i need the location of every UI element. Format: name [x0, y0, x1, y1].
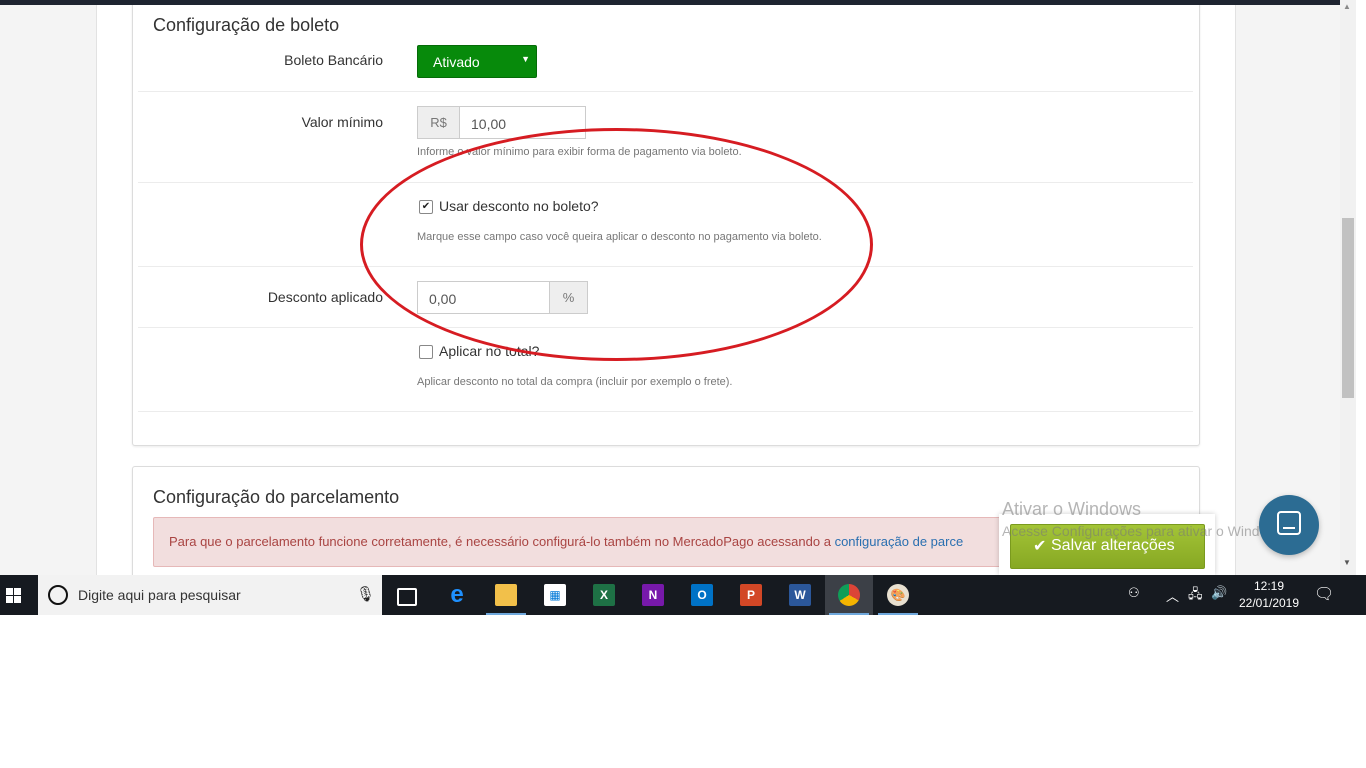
- outlook-icon[interactable]: O: [678, 575, 726, 615]
- scroll-up-icon[interactable]: ▲: [1343, 2, 1351, 11]
- save-button-label: Salvar alterações: [1051, 537, 1175, 554]
- row-divider: [138, 327, 1193, 328]
- scroll-thumb[interactable]: [1342, 218, 1354, 398]
- active-indicator: [486, 613, 526, 615]
- taskbar: Digite aqui para pesquisar 🎙 e ▦ X N O P…: [0, 575, 1366, 615]
- scroll-down-icon[interactable]: ▼: [1343, 558, 1351, 567]
- powerpoint-icon[interactable]: P: [727, 575, 775, 615]
- valor-minimo-input[interactable]: 10,00: [459, 106, 586, 139]
- valor-minimo-label: Valor mínimo: [301, 114, 383, 130]
- content-column: Configuração de boleto Boleto Bancário A…: [96, 5, 1236, 575]
- search-placeholder: Digite aqui para pesquisar: [78, 587, 241, 603]
- currency-prefix: R$: [417, 106, 460, 139]
- percent-suffix: %: [549, 281, 588, 314]
- clock-date: 22/01/2019: [1238, 596, 1300, 610]
- boleto-config-panel: Configuração de boleto Boleto Bancário A…: [132, 5, 1200, 446]
- excel-icon[interactable]: X: [580, 575, 628, 615]
- usar-desconto-checkbox[interactable]: ✔: [419, 200, 433, 214]
- desconto-aplicado-input[interactable]: 0,00: [417, 281, 550, 314]
- aplicar-total-checkbox[interactable]: [419, 345, 433, 359]
- page-scrollbar[interactable]: ▲ ▼: [1340, 0, 1356, 575]
- desconto-aplicado-label: Desconto aplicado: [267, 289, 383, 305]
- row-divider: [138, 266, 1193, 267]
- active-indicator: [878, 613, 918, 615]
- file-explorer-icon[interactable]: [482, 575, 530, 615]
- aplicar-total-help: Aplicar desconto no total da compra (inc…: [417, 376, 733, 388]
- task-view-icon[interactable]: [382, 575, 430, 615]
- valor-minimo-help: Informe o valor mínimo para exibir forma…: [417, 146, 742, 158]
- start-button[interactable]: [0, 575, 38, 615]
- cortana-icon: [48, 585, 68, 605]
- microphone-icon[interactable]: 🎙: [356, 585, 375, 603]
- activation-watermark-title: Ativar o Windows: [1002, 499, 1142, 519]
- system-clock[interactable]: 12:19 22/01/2019: [1234, 578, 1304, 612]
- boleto-panel-title: Configuração de boleto: [153, 15, 340, 35]
- notifications-icon[interactable]: 🗨: [1314, 584, 1334, 624]
- volume-icon[interactable]: 🔊: [1211, 585, 1227, 625]
- people-icon[interactable]: ⚇: [1128, 585, 1140, 625]
- chrome-icon[interactable]: [825, 575, 873, 615]
- edge-icon[interactable]: e: [433, 575, 481, 615]
- taskbar-search[interactable]: Digite aqui para pesquisar 🎙: [38, 575, 382, 615]
- onenote-icon[interactable]: N: [629, 575, 677, 615]
- row-divider: [138, 91, 1193, 92]
- parcelamento-panel-title: Configuração do parcelamento: [153, 487, 400, 507]
- activation-watermark-text: Acesse Configurações para ativar o Windo…: [1002, 523, 1289, 539]
- paint-icon[interactable]: 🎨: [874, 575, 922, 615]
- boleto-bancario-label: Boleto Bancário: [284, 52, 383, 68]
- check-icon: ✔: [1033, 538, 1047, 555]
- word-icon[interactable]: W: [776, 575, 824, 615]
- chevron-up-icon[interactable]: ︿: [1166, 586, 1179, 626]
- boleto-bancario-selected: Ativado: [433, 54, 480, 70]
- configuracao-parcelamento-link[interactable]: configuração de parce: [835, 534, 964, 549]
- active-indicator: [829, 613, 869, 615]
- aplicar-total-label[interactable]: Aplicar no total?: [439, 343, 539, 359]
- network-icon[interactable]: 🖧: [1188, 585, 1203, 625]
- chat-button[interactable]: [1259, 495, 1319, 555]
- windows-icon: [6, 588, 22, 604]
- boleto-bancario-select[interactable]: Ativado ▼: [417, 45, 537, 78]
- usar-desconto-help: Marque esse campo caso você queira aplic…: [417, 231, 822, 243]
- chat-icon: [1277, 511, 1301, 535]
- store-icon[interactable]: ▦: [531, 575, 579, 615]
- chevron-down-icon: ▼: [521, 54, 530, 64]
- alert-message: Para que o parcelamento funcione correta…: [169, 534, 964, 549]
- row-divider: [138, 411, 1193, 412]
- page-area: Configuração de boleto Boleto Bancário A…: [0, 5, 1340, 575]
- clock-time: 12:19: [1253, 579, 1285, 593]
- row-divider: [138, 182, 1193, 183]
- usar-desconto-label[interactable]: Usar desconto no boleto?: [439, 198, 599, 214]
